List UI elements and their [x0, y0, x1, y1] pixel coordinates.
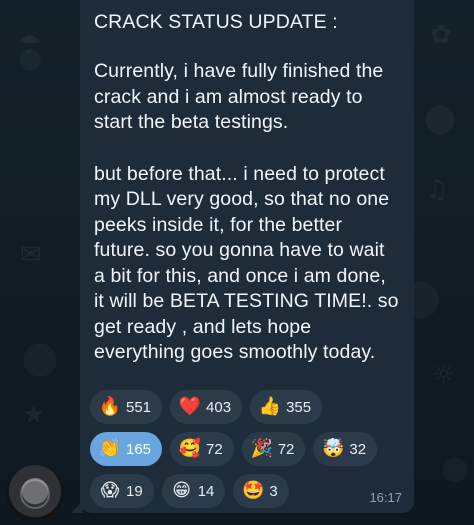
reactions-container: 🔥 551 ❤️ 403 👍 355 👏 165 🥰 72 🎉 72 🤯 32 … — [90, 390, 390, 516]
reaction-count: 403 — [206, 398, 232, 416]
party-popper-icon: 🎉 — [250, 438, 273, 459]
reaction-row: 😱 19 😁 14 🤩 3 — [90, 474, 390, 508]
wallpaper-doodle-icon: ☂ — [18, 30, 42, 60]
reaction-thumbs-up[interactable]: 👍 355 — [250, 390, 323, 424]
message-paragraph: Currently, i have fully finished the cra… — [94, 60, 384, 133]
grinning-face-icon: 😁 — [172, 480, 192, 501]
reaction-smiling-face-hearts[interactable]: 🥰 72 — [170, 432, 234, 466]
reaction-count: 72 — [277, 440, 295, 458]
reaction-party-popper[interactable]: 🎉 72 — [241, 432, 306, 466]
clapping-hands-icon: 👏 — [98, 438, 122, 459]
reaction-count: 165 — [126, 440, 152, 458]
wallpaper-doodle-icon: ★ — [22, 400, 46, 430]
reaction-count: 19 — [126, 482, 143, 500]
exploding-head-icon: 🤯 — [322, 438, 345, 459]
message-paragraph: but before that... i need to protect my … — [94, 162, 399, 364]
reaction-exploding-head[interactable]: 🤯 32 — [313, 432, 378, 466]
thumbs-up-icon: 👍 — [258, 396, 282, 417]
screaming-face-icon: 😱 — [100, 480, 120, 501]
message-timestamp: 16:17 — [369, 490, 402, 505]
message-bubble[interactable]: CRACK STATUS UPDATE : Currently, i have … — [80, 0, 414, 513]
avatar-logo-icon — [20, 479, 50, 509]
reaction-fire[interactable]: 🔥 551 — [90, 390, 163, 424]
wallpaper-doodle-icon: ♫ — [425, 175, 449, 205]
reaction-count: 14 — [197, 482, 215, 500]
reaction-heart[interactable]: ❤️ 403 — [170, 390, 243, 424]
star-struck-icon: 🤩 — [242, 480, 265, 501]
reaction-count: 355 — [286, 398, 312, 416]
sender-avatar[interactable] — [6, 465, 64, 523]
reaction-star-struck[interactable]: 🤩 3 — [233, 474, 289, 508]
message-title: CRACK STATUS UPDATE : — [94, 11, 338, 33]
reaction-count: 3 — [269, 482, 278, 500]
reaction-count: 72 — [206, 440, 223, 458]
smiling-face-hearts-icon: 🥰 — [178, 438, 202, 459]
wallpaper-doodle-icon: ✿ — [430, 20, 452, 50]
reaction-row: 🔥 551 ❤️ 403 👍 355 — [90, 390, 390, 424]
reaction-row: 👏 165 🥰 72 🎉 72 🤯 32 — [90, 432, 390, 466]
reaction-count: 32 — [349, 440, 367, 458]
wallpaper-doodle-icon: ☼ — [432, 360, 456, 390]
fire-icon: 🔥 — [98, 396, 122, 417]
reaction-clapping-hands[interactable]: 👏 165 — [90, 432, 163, 466]
reaction-screaming-face[interactable]: 😱 19 — [90, 474, 154, 508]
heart-icon: ❤️ — [178, 396, 202, 417]
reaction-grinning-face[interactable]: 😁 14 — [161, 474, 226, 508]
reaction-count: 551 — [126, 398, 152, 416]
wallpaper-doodle-icon: ✉ — [20, 240, 42, 270]
